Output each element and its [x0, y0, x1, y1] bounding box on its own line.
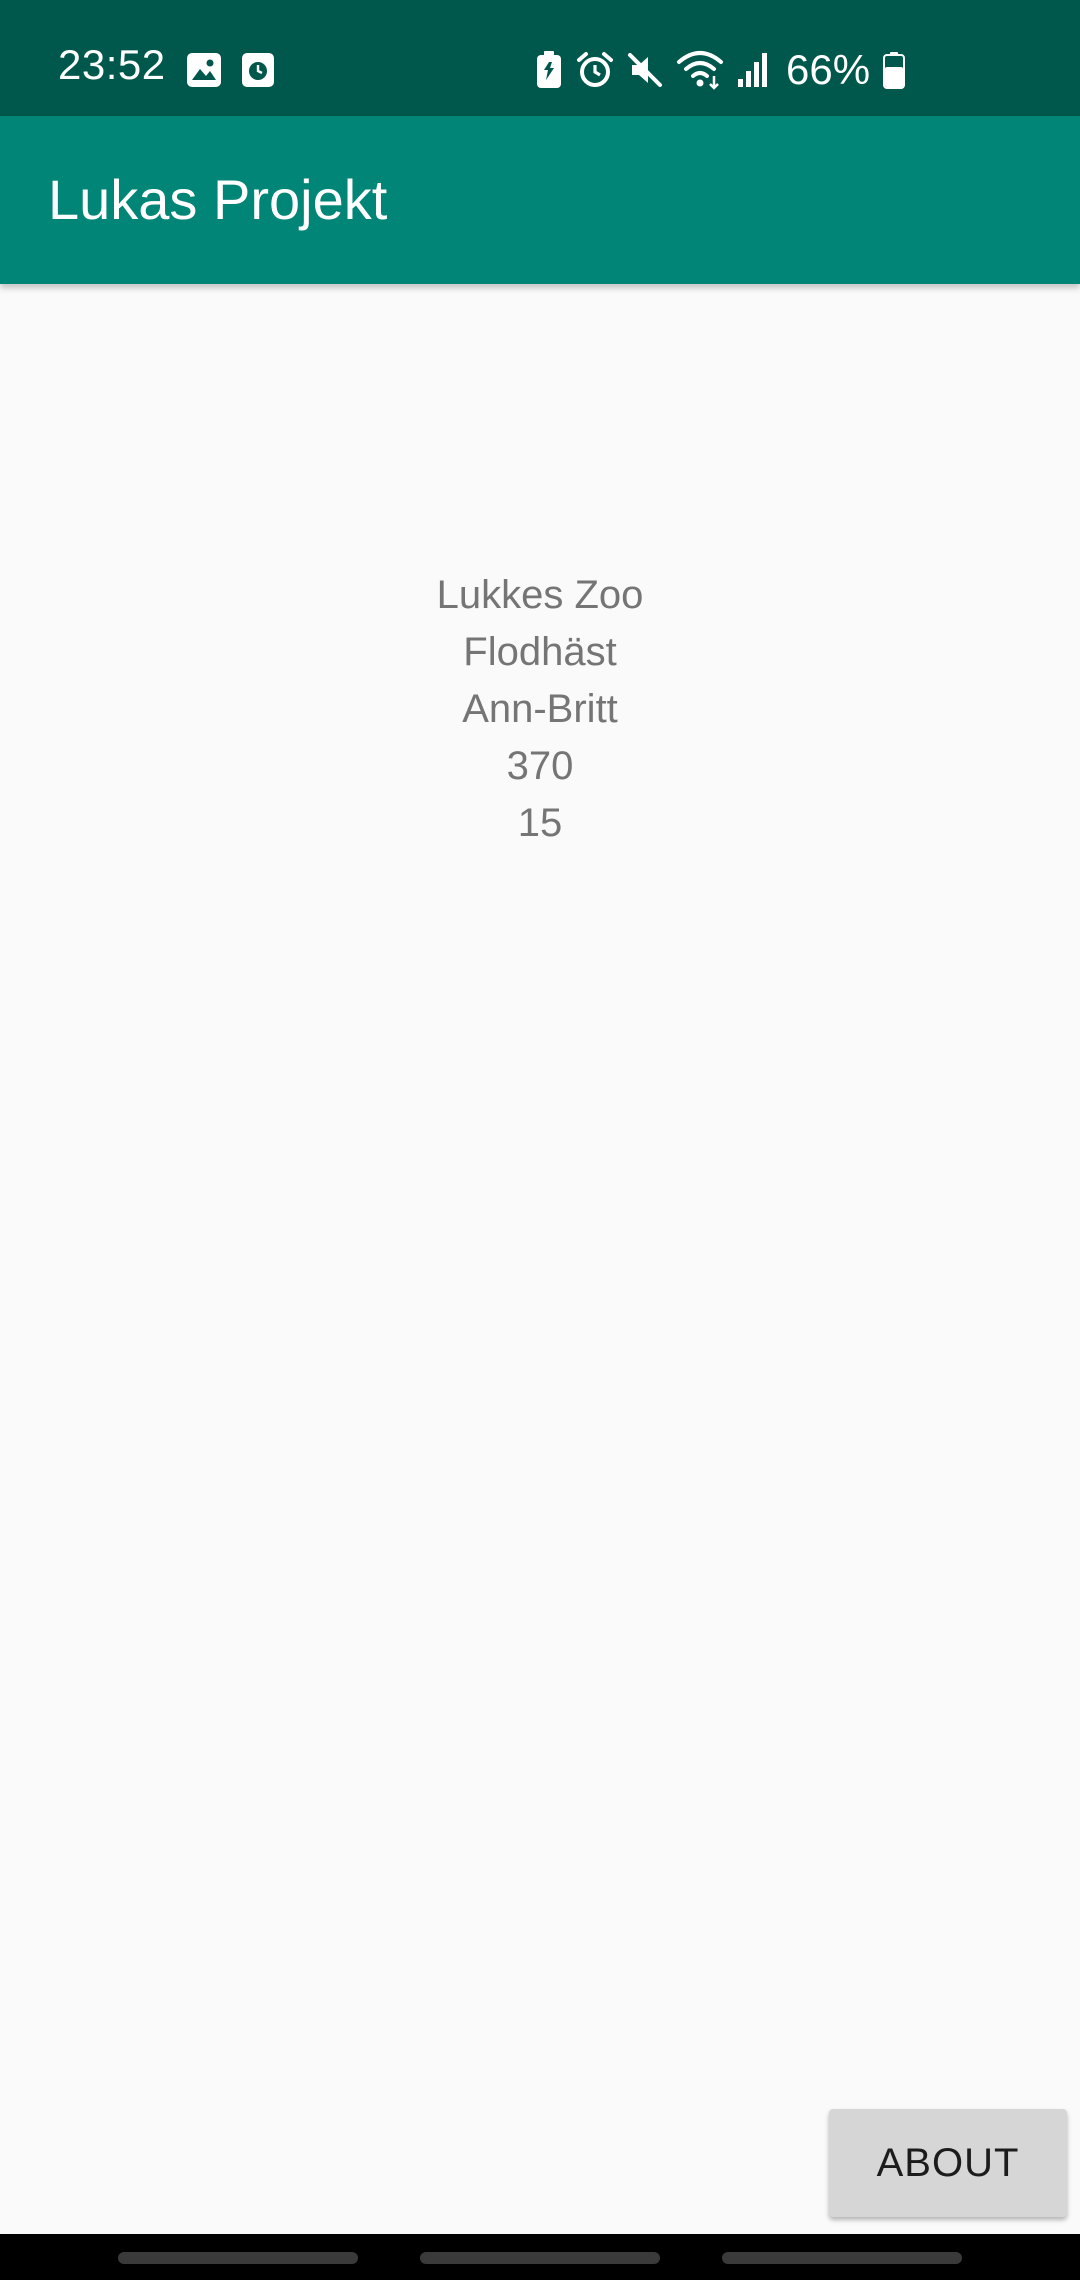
zoo-info: Lukkes Zoo Flodhäst Ann-Britt 370 15: [0, 567, 1080, 852]
animal-value-1: 370: [506, 744, 574, 788]
app-title: Lukas Projekt: [48, 168, 388, 231]
battery-icon: [882, 51, 906, 89]
status-system-icons: 66%: [534, 46, 906, 94]
status-bar: 23:52 66%: [0, 0, 1080, 116]
nav-home-handle[interactable]: [420, 2252, 660, 2264]
animal-name: Ann-Britt: [462, 687, 618, 731]
signal-icon: [736, 52, 770, 88]
alarm-icon: [576, 51, 614, 89]
animal-species: Flodhäst: [463, 630, 617, 674]
navigation-bar: [0, 2234, 1080, 2280]
status-time: 23:52: [58, 41, 166, 88]
nav-back-handle[interactable]: [722, 2252, 962, 2264]
mute-icon: [626, 51, 664, 89]
zoo-name: Lukkes Zoo: [436, 573, 644, 617]
app-bar: Lukas Projekt: [0, 116, 1080, 284]
status-notification-icons: [186, 52, 276, 88]
gallery-icon: [186, 52, 222, 88]
about-button[interactable]: ABOUT: [829, 2109, 1067, 2217]
clock-app-icon: [240, 52, 276, 88]
animal-value-2: 15: [517, 801, 563, 845]
main-content: Lukkes Zoo Flodhäst Ann-Britt 370 15: [0, 284, 1080, 2234]
nav-recents-handle[interactable]: [118, 2252, 358, 2264]
wifi-icon: [676, 50, 724, 90]
battery-percent: 66%: [786, 46, 871, 93]
battery-saver-icon: [534, 50, 564, 90]
